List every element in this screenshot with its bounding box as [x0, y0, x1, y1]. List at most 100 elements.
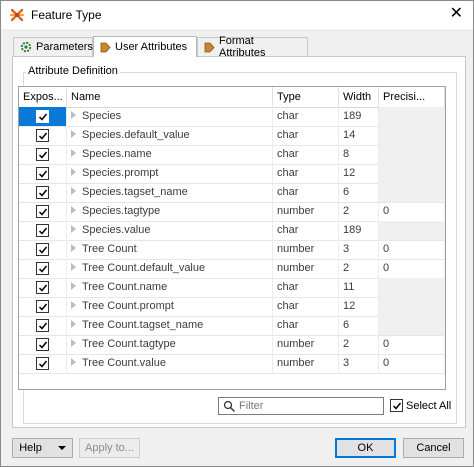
width-cell[interactable]: 2	[339, 335, 379, 354]
table-row[interactable]: Species.tagset_name char 6	[19, 183, 445, 203]
table-row[interactable]: Species.name char 8	[19, 145, 445, 165]
header-type[interactable]: Type	[273, 87, 339, 107]
precision-cell[interactable]	[379, 297, 445, 316]
exposed-cell[interactable]	[19, 316, 67, 335]
apply-to-button[interactable]: Apply to...	[79, 438, 140, 458]
precision-cell[interactable]	[379, 107, 445, 126]
exposed-checkbox[interactable]	[36, 262, 49, 275]
precision-cell[interactable]: 0	[379, 335, 445, 354]
name-cell[interactable]: Tree Count.value	[67, 354, 273, 373]
exposed-checkbox[interactable]	[36, 129, 49, 142]
exposed-checkbox[interactable]	[36, 243, 49, 256]
exposed-checkbox[interactable]	[36, 281, 49, 294]
precision-cell[interactable]	[379, 126, 445, 145]
type-cell[interactable]: char	[273, 107, 339, 126]
precision-cell[interactable]: 0	[379, 202, 445, 221]
name-cell[interactable]: Tree Count.default_value	[67, 259, 273, 278]
exposed-cell[interactable]	[19, 126, 67, 145]
exposed-checkbox[interactable]	[36, 148, 49, 161]
exposed-checkbox[interactable]	[36, 338, 49, 351]
table-row[interactable]: Tree Count.default_value number 2 0	[19, 259, 445, 279]
exposed-cell[interactable]	[19, 164, 67, 183]
table-row[interactable]: Tree Count number 3 0	[19, 240, 445, 260]
tab-format-attributes[interactable]: Format Attributes	[197, 35, 308, 59]
name-cell[interactable]: Species.default_value	[67, 126, 273, 145]
width-cell[interactable]: 6	[339, 183, 379, 202]
exposed-cell[interactable]	[19, 202, 67, 221]
table-row[interactable]: Tree Count.tagset_name char 6	[19, 316, 445, 336]
header-name[interactable]: Name	[67, 87, 273, 107]
exposed-cell[interactable]	[19, 259, 67, 278]
type-cell[interactable]: number	[273, 202, 339, 221]
type-cell[interactable]: char	[273, 145, 339, 164]
precision-cell[interactable]	[379, 145, 445, 164]
exposed-cell[interactable]	[19, 145, 67, 164]
width-cell[interactable]: 2	[339, 259, 379, 278]
type-cell[interactable]: char	[273, 221, 339, 240]
name-cell[interactable]: Species.name	[67, 145, 273, 164]
table-row[interactable]: Tree Count.prompt char 12	[19, 297, 445, 317]
name-cell[interactable]: Species	[67, 107, 273, 126]
type-cell[interactable]: char	[273, 297, 339, 316]
table-row[interactable]: Tree Count.value number 3 0	[19, 354, 445, 374]
close-icon[interactable]: ✕	[450, 5, 463, 23]
precision-cell[interactable]	[379, 183, 445, 202]
width-cell[interactable]: 6	[339, 316, 379, 335]
precision-cell[interactable]	[379, 164, 445, 183]
type-cell[interactable]: char	[273, 316, 339, 335]
name-cell[interactable]: Tree Count.prompt	[67, 297, 273, 316]
table-row[interactable]: Species char 189	[19, 107, 445, 127]
type-cell[interactable]: number	[273, 335, 339, 354]
tab-user-attributes[interactable]: User Attributes	[93, 36, 197, 57]
precision-cell[interactable]	[379, 316, 445, 335]
exposed-cell[interactable]	[19, 221, 67, 240]
exposed-checkbox[interactable]	[36, 186, 49, 199]
filter-input[interactable]	[239, 399, 379, 413]
exposed-checkbox[interactable]	[36, 205, 49, 218]
exposed-checkbox[interactable]	[36, 300, 49, 313]
table-row[interactable]: Species.value char 189	[19, 221, 445, 241]
exposed-checkbox[interactable]	[36, 167, 49, 180]
name-cell[interactable]: Species.prompt	[67, 164, 273, 183]
precision-cell[interactable]	[379, 221, 445, 240]
table-row[interactable]: Species.tagtype number 2 0	[19, 202, 445, 222]
type-cell[interactable]: char	[273, 164, 339, 183]
select-all-checkbox[interactable]: Select All	[390, 399, 451, 412]
type-cell[interactable]: number	[273, 259, 339, 278]
name-cell[interactable]: Species.tagtype	[67, 202, 273, 221]
exposed-checkbox[interactable]	[36, 110, 49, 123]
exposed-cell[interactable]	[19, 278, 67, 297]
name-cell[interactable]: Species.value	[67, 221, 273, 240]
width-cell[interactable]: 12	[339, 164, 379, 183]
exposed-cell[interactable]	[19, 107, 67, 126]
select-all-box[interactable]	[390, 399, 403, 412]
type-cell[interactable]: char	[273, 183, 339, 202]
width-cell[interactable]: 3	[339, 354, 379, 373]
name-cell[interactable]: Species.tagset_name	[67, 183, 273, 202]
filter-field[interactable]	[218, 397, 384, 415]
precision-cell[interactable]: 0	[379, 240, 445, 259]
name-cell[interactable]: Tree Count	[67, 240, 273, 259]
width-cell[interactable]: 2	[339, 202, 379, 221]
name-cell[interactable]: Tree Count.name	[67, 278, 273, 297]
ok-button[interactable]: OK	[335, 438, 396, 458]
tab-parameters[interactable]: Parameters	[13, 37, 93, 56]
help-button[interactable]: Help	[12, 438, 73, 458]
width-cell[interactable]: 11	[339, 278, 379, 297]
precision-cell[interactable]: 0	[379, 354, 445, 373]
type-cell[interactable]: number	[273, 240, 339, 259]
header-exposed[interactable]: Expos...	[19, 87, 67, 107]
exposed-cell[interactable]	[19, 335, 67, 354]
name-cell[interactable]: Tree Count.tagset_name	[67, 316, 273, 335]
name-cell[interactable]: Tree Count.tagtype	[67, 335, 273, 354]
table-row[interactable]: Species.default_value char 14	[19, 126, 445, 146]
exposed-cell[interactable]	[19, 297, 67, 316]
cancel-button[interactable]: Cancel	[403, 438, 464, 458]
precision-cell[interactable]: 0	[379, 259, 445, 278]
precision-cell[interactable]	[379, 278, 445, 297]
header-precision[interactable]: Precisi...	[379, 87, 445, 107]
exposed-cell[interactable]	[19, 240, 67, 259]
table-row[interactable]: Species.prompt char 12	[19, 164, 445, 184]
header-width[interactable]: Width	[339, 87, 379, 107]
width-cell[interactable]: 8	[339, 145, 379, 164]
